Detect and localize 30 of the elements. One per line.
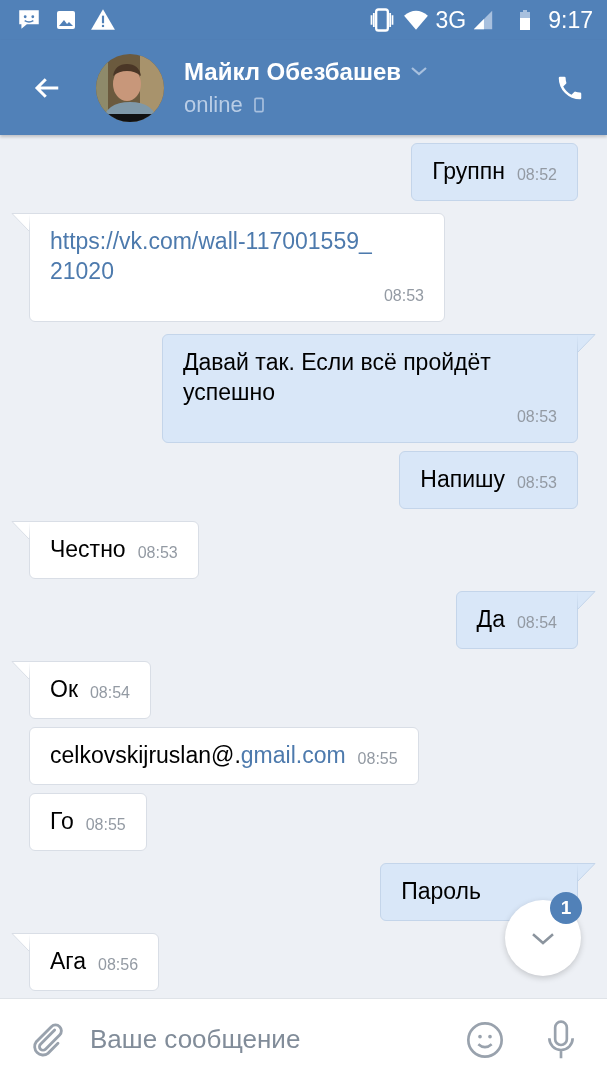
message-input[interactable]: Ваше сообщение xyxy=(90,1019,443,1060)
chevron-down-icon xyxy=(411,67,428,76)
message-time: 08:55 xyxy=(85,815,126,835)
message-time: 08:53 xyxy=(516,407,557,427)
image-icon xyxy=(54,8,78,32)
message-link[interactable]: https://vk.com/wall-117001559_21020 xyxy=(50,226,372,286)
message-text: Напишу xyxy=(420,465,505,494)
message-time: 08:56 xyxy=(98,955,139,975)
message-time: 08:54 xyxy=(516,613,557,633)
message-text: Ок xyxy=(50,675,78,704)
message-text: Честно xyxy=(50,535,126,564)
message-time: 08:52 xyxy=(516,165,557,185)
message-text: Ага xyxy=(50,947,87,976)
emoji-icon[interactable] xyxy=(465,1019,505,1060)
clock: 9:17 xyxy=(548,8,593,32)
network-type: 3G xyxy=(435,8,467,32)
message-text: Группн xyxy=(432,157,505,186)
message-time: 08:55 xyxy=(357,749,398,769)
message-text: Пароль xyxy=(401,877,481,906)
message-time: 08:53 xyxy=(516,473,557,493)
message-time: 08:54 xyxy=(89,683,130,703)
online-status: online xyxy=(184,91,243,118)
message-time: 08:53 xyxy=(383,286,424,306)
message-text: Да xyxy=(476,605,505,634)
signal-icon xyxy=(472,9,495,31)
message-text: Давай так. Если всё пройдёт успешно xyxy=(183,348,492,407)
contact-name[interactable]: Майкл Обезбашев xyxy=(184,57,402,86)
message-time: 08:53 xyxy=(137,543,178,563)
warning-icon xyxy=(90,7,116,33)
message-text: Го xyxy=(50,807,74,836)
